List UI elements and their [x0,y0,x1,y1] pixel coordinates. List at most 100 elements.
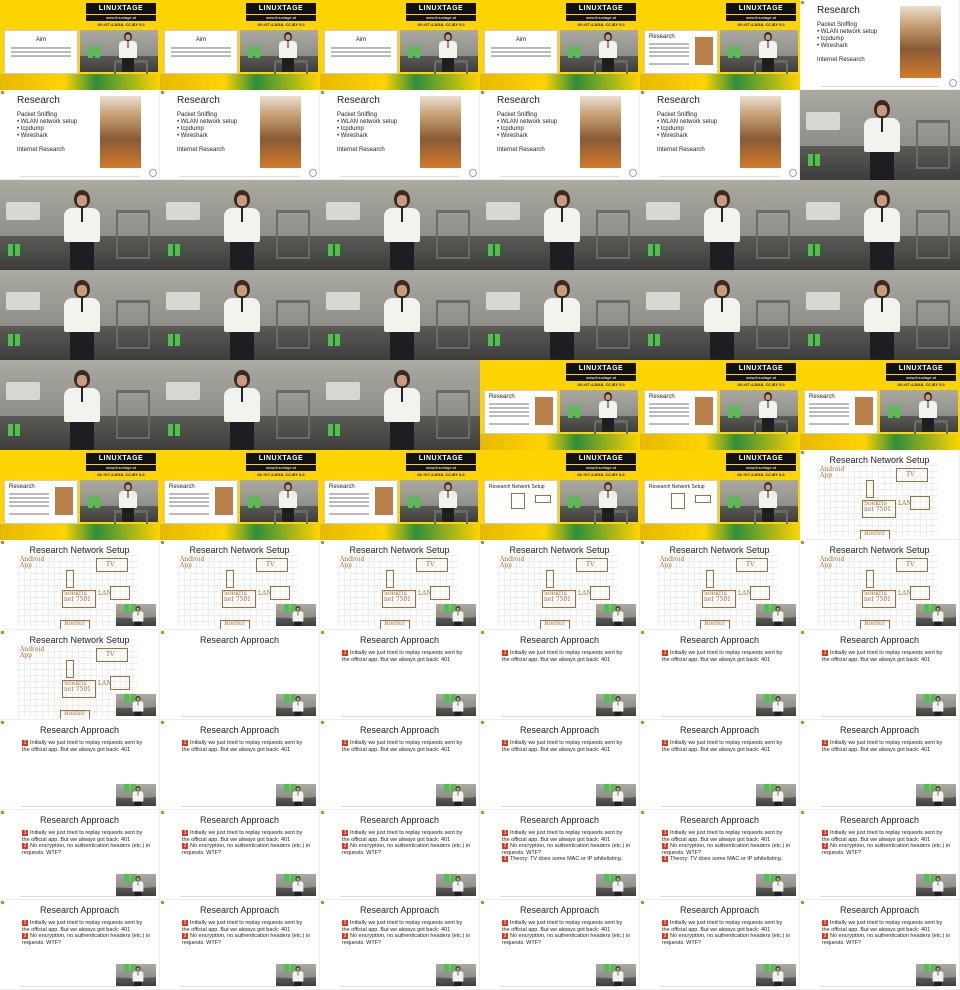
bottle [575,406,580,418]
approach-text: requests. WTF? [502,939,542,946]
approach-text: Initially we just tried to replay reques… [830,650,943,656]
bottle [95,46,100,58]
speaker-face [136,967,140,971]
slide-preview: Research [644,390,718,434]
diagram-box [671,493,685,509]
speaker-pants [774,801,782,806]
approach-list: 1 Initially we just tried to replay reque… [342,920,471,946]
book-cover [55,487,73,515]
text-line [9,497,49,499]
speaker-face [456,787,460,791]
slide-research: Research Packet Sniffing • WLAN network se… [640,90,800,180]
speaker-face [237,375,247,386]
slide-footer-line [340,716,459,717]
speaker [612,786,624,806]
video-frame-speaker [800,90,960,180]
bottle [764,604,769,612]
approach-text: requests. WTF? [22,849,62,856]
speaker-pants [602,508,614,522]
approach-text: the official app. But we always got back… [662,836,771,843]
event-date: 26.+27.4.2018, CC-BY 3.0 [737,472,785,477]
speaker [292,966,304,986]
slide-footer-line [660,806,779,807]
sink [486,292,520,310]
slide-footer-line [660,176,779,177]
video-inset [596,604,636,626]
book-cover [100,96,141,168]
speaker-face [557,285,567,296]
video-frame-banner: LINUXTAGE www.linuxtage.at 26.+27.4.2018, … [800,360,960,450]
approach-text: the official app. But we always got back… [182,836,291,843]
speaker-pants [282,508,294,522]
text-line [649,47,689,49]
video-inset [756,964,796,986]
slide-title: Research Approach [199,905,280,915]
cart [276,300,310,349]
lanyard [937,611,939,616]
video-frame-speaker [640,270,800,360]
phone-box [866,570,874,588]
corner-mark [1,811,4,814]
bottle [648,334,653,346]
cart [916,210,950,259]
speaker [598,392,618,432]
speaker-face [285,34,291,40]
speaker [118,32,138,72]
phone-box [66,570,74,588]
approach-text: Initially we just tried to replay reques… [670,650,783,656]
diagram-label-app: Android App [660,556,685,569]
bottle [728,406,733,418]
slide-research-approach: Research Approach 1 Initially we just trie… [320,810,480,900]
speaker-face [296,787,300,791]
approach-text: No encryption, no authentication headers… [350,933,471,939]
approach-number: 1 [342,650,348,656]
speaker-face [776,877,780,881]
approach-line: requests. WTF? [182,850,311,857]
approach-line: the official app. But we always got back… [822,747,951,754]
slide-network-setup: Research Network Setup Android App TV Soekr… [160,540,320,630]
bottle [808,154,813,166]
bottle [284,874,289,882]
corner-mark [481,541,484,544]
video-inset [400,480,478,540]
diagram-box [511,493,525,509]
video-inset [276,604,316,626]
text-line [329,501,369,503]
corner-mark [641,631,644,634]
approach-number: 2 [502,933,508,939]
video-inset [916,784,956,806]
approach-line: requests. WTF? [22,850,151,857]
book-cover [695,397,713,425]
corner-mark [801,541,804,544]
corner-logo [469,169,477,177]
approach-text: Theory: TV does some MAC or IP whitelist… [510,856,623,862]
corner-mark [801,811,804,814]
slide-footer-line [660,986,779,987]
research-item: • WLAN network setup [337,119,398,125]
cart [436,390,470,439]
speaker-pants [442,58,454,72]
approach-text: requests. WTF? [182,849,222,856]
approach-text: the official app. But we always got back… [182,746,291,753]
approach-list: 1 Initially we just tried to replay reque… [502,740,631,753]
slide-research-approach: Research Approach [160,630,320,720]
speaker-pants [390,422,414,450]
lanyard [127,41,129,48]
approach-text: No encryption, no authentication headers… [830,843,951,849]
slide-network-setup: Research Network Setup Android App TV Soekr… [640,540,800,630]
speaker-pants [230,422,254,450]
bottle [335,424,340,436]
speaker-pants [294,801,302,806]
approach-list: 1 Initially we just tried to replay reque… [822,740,951,753]
video-frame-speaker [160,180,320,270]
approach-text: the official app. But we always got back… [22,836,131,843]
slide-footer-line [340,176,459,177]
laptop-box [910,586,930,600]
corner-mark [321,91,324,94]
corner-mark [1,541,4,544]
slide-preview: Research Network Setup [644,480,718,524]
cart [756,300,790,349]
cart [916,300,950,349]
text-line [491,47,551,49]
speaker [382,280,422,360]
